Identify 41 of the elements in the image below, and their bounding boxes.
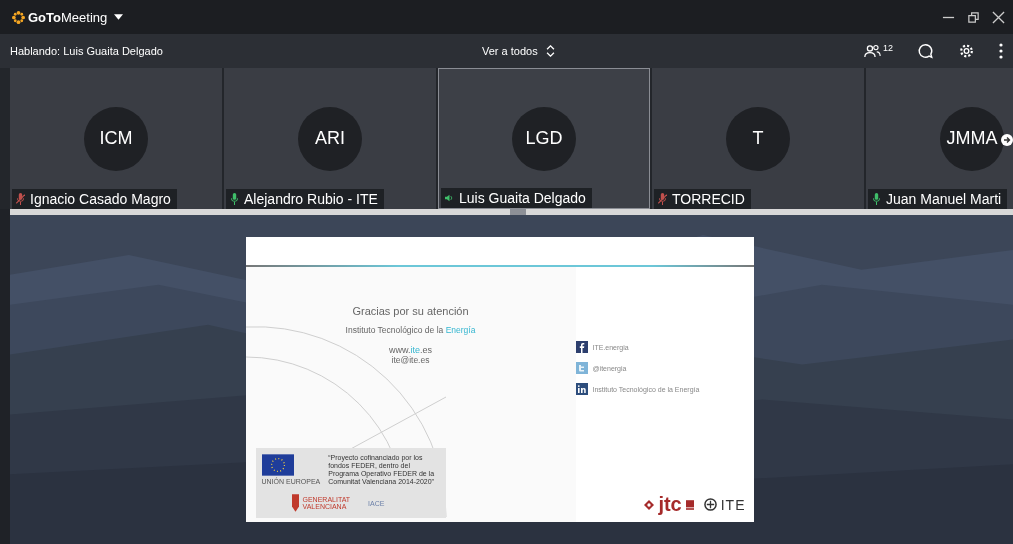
avatar: ARI	[298, 106, 362, 171]
settings-icon[interactable]	[958, 43, 975, 59]
chat-icon[interactable]	[917, 43, 934, 59]
ite-logo: ITE	[720, 496, 746, 513]
slide-title: Gracias por su atención	[352, 305, 469, 317]
coat-of-arms-icon	[291, 494, 299, 512]
avatar: T	[726, 106, 790, 171]
view-dropdown[interactable]: Ver a todos	[480, 43, 557, 59]
participant-name: Ignacio Casado Magro	[30, 191, 171, 207]
speaker-label: Hablando: Luis Guaita Delgado	[10, 45, 164, 57]
avatar: ICM	[84, 106, 148, 171]
institute-name: Instituto Tecnológico de la Energía	[345, 325, 476, 335]
participant-tile[interactable]: T TORRECID	[652, 68, 864, 209]
participant-name: Alejandro Rubio - ITE	[244, 191, 378, 207]
app-name[interactable]: GoToMeeting	[28, 9, 108, 25]
avatar: JMMA	[940, 106, 1004, 171]
avatar: LGD	[512, 106, 576, 171]
up-down-icon	[545, 45, 555, 57]
scroll-right-icon[interactable]	[1001, 134, 1013, 146]
emblem-icon	[644, 499, 655, 510]
participant-tile[interactable]: LGD Luis Guaita Delgado	[438, 68, 650, 209]
caret-icon[interactable]	[114, 14, 124, 20]
participant-tile[interactable]: ICM Ignacio Casado Magro	[10, 68, 222, 209]
participant-tile[interactable]: ARI Alejandro Rubio - ITE	[224, 68, 436, 209]
website-link[interactable]: www.ite.es	[388, 345, 432, 355]
close-icon[interactable]	[992, 10, 1005, 24]
attendees-button[interactable]: 12	[864, 43, 893, 59]
participant-name: Luis Guaita Delgado	[459, 190, 586, 206]
twitter-icon	[575, 362, 588, 374]
restore-icon[interactable]	[967, 10, 980, 24]
email-link[interactable]: ite@ite.es	[391, 355, 430, 365]
eu-flag-icon	[261, 453, 294, 476]
participant-name: Juan Manuel Marti	[886, 191, 1002, 207]
emblem-icon	[685, 499, 694, 510]
participant-tile[interactable]: JMMA Juan Manuel Marti	[866, 68, 1013, 209]
ite-emblem-icon	[703, 498, 717, 511]
participant-name: TORRECID	[672, 191, 745, 207]
more-icon[interactable]	[999, 43, 1003, 59]
scrollbar[interactable]	[10, 209, 1013, 215]
jtc-logo: jtc	[658, 493, 682, 516]
logo-icon	[12, 10, 25, 24]
